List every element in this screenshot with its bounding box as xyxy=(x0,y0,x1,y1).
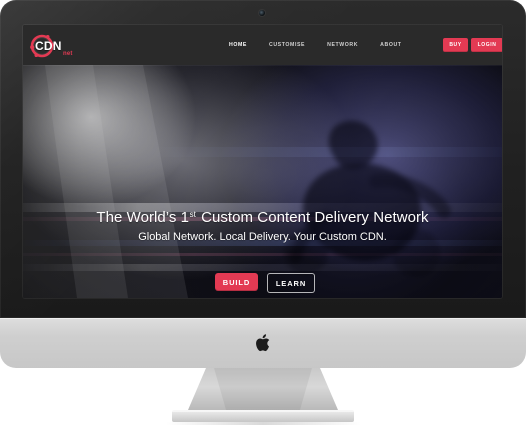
site-navbar: CDN net HOME CUSTOMISE NETWORK ABOUT BUY… xyxy=(23,25,502,65)
buy-button[interactable]: BUY xyxy=(443,38,468,52)
login-button[interactable]: LOGIN xyxy=(471,38,502,52)
blurred-cyclist xyxy=(284,120,451,277)
screen: CDN net HOME CUSTOMISE NETWORK ABOUT BUY… xyxy=(23,25,502,298)
primary-nav: HOME CUSTOMISE NETWORK ABOUT xyxy=(229,25,402,65)
hero-title-superscript: st xyxy=(189,210,196,219)
hero: The World’s 1st Custom Content Delivery … xyxy=(23,65,502,298)
nav-actions: BUY LOGIN xyxy=(443,38,502,52)
site-logo[interactable]: CDN net xyxy=(29,32,99,60)
hero-title: The World’s 1st Custom Content Delivery … xyxy=(23,209,502,226)
build-button[interactable]: BUILD xyxy=(215,273,258,291)
logo-text: CDN xyxy=(35,39,62,53)
hero-subtitle: Global Network. Local Delivery. Your Cus… xyxy=(138,231,387,243)
webcam-icon xyxy=(259,10,265,16)
apple-logo-icon xyxy=(256,334,270,352)
nav-about[interactable]: ABOUT xyxy=(380,36,401,54)
nav-customise[interactable]: CUSTOMISE xyxy=(269,36,305,54)
hero-title-suffix: Custom Content Delivery Network xyxy=(196,209,429,226)
nav-network[interactable]: NETWORK xyxy=(327,36,358,54)
hero-title-prefix: The World’s 1 xyxy=(96,209,190,226)
logo-suffix: net xyxy=(63,51,73,57)
logo-mark: CDN net xyxy=(29,33,72,59)
desktop-mockup: CDN net HOME CUSTOMISE NETWORK ABOUT BUY… xyxy=(0,0,526,425)
learn-button[interactable]: LEARN xyxy=(267,273,315,293)
monitor: CDN net HOME CUSTOMISE NETWORK ABOUT BUY… xyxy=(0,0,526,368)
nav-home[interactable]: HOME xyxy=(229,36,247,54)
